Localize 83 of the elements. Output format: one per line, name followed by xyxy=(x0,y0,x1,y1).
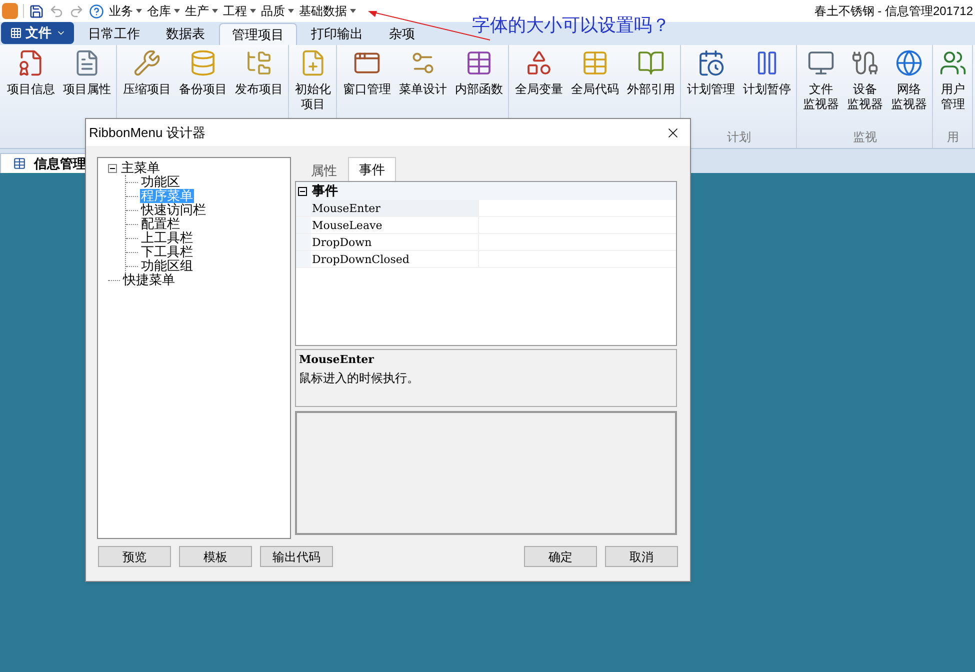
dialog-button[interactable]: 模板 xyxy=(179,546,252,567)
group-label: 计划 xyxy=(726,129,752,146)
dialog-tab[interactable]: 属性 xyxy=(300,159,348,181)
users-icon xyxy=(939,49,967,77)
tree-item[interactable]: 下工具栏 xyxy=(140,245,194,259)
database-icon xyxy=(189,49,217,77)
caret-icon xyxy=(288,9,294,13)
ribbon-button[interactable]: 网络 监视器 xyxy=(888,49,930,112)
grid-icon xyxy=(10,27,22,39)
tree-item[interactable]: 主菜单 xyxy=(120,161,161,175)
ribbon-button[interactable]: 设备 监视器 xyxy=(844,49,886,112)
ribbon-button[interactable]: 项目信息 xyxy=(4,49,58,97)
ribbon-button[interactable]: 计划管理 xyxy=(684,49,738,97)
app-logo-icon[interactable] xyxy=(2,3,18,19)
help-icon[interactable] xyxy=(89,4,104,18)
caret-icon xyxy=(136,9,142,13)
caret-icon xyxy=(250,9,256,13)
tree-item[interactable]: 上工具栏 xyxy=(140,231,194,245)
plug-icon xyxy=(851,49,879,77)
tree-item[interactable]: 快捷菜单 xyxy=(122,273,176,287)
dialog-tab[interactable]: 事件 xyxy=(348,157,396,181)
description-title: MouseEnter xyxy=(299,352,375,368)
ribbon-tab[interactable]: 数据表 xyxy=(154,23,217,45)
dialog-button[interactable]: 输出代码 xyxy=(260,546,333,567)
save-icon[interactable] xyxy=(29,4,44,18)
menu-dropdown[interactable]: 业务 xyxy=(109,2,142,20)
globe-icon xyxy=(895,49,923,77)
ribbon-tab[interactable]: 打印输出 xyxy=(299,23,375,45)
menu-dropdown[interactable]: 生产 xyxy=(185,2,218,20)
menu-dropdown[interactable]: 基础数据 xyxy=(299,2,356,20)
ribbon-button[interactable]: 计划暂停 xyxy=(740,49,794,97)
collapse-icon[interactable] xyxy=(108,164,117,172)
caret-icon xyxy=(212,9,218,13)
menu-dropdown[interactable]: 品质 xyxy=(261,2,294,20)
ribbon-tab[interactable]: 管理项目 xyxy=(219,23,297,45)
ribbon-button[interactable]: 项目属性 xyxy=(60,49,114,97)
property-row[interactable]: DropDownClosed xyxy=(296,251,676,268)
ribbon-button[interactable]: 压缩项目 xyxy=(120,49,174,97)
tree-item[interactable]: 功能区组 xyxy=(140,259,194,273)
ribbon-tab[interactable]: 杂项 xyxy=(377,23,427,45)
shapes-icon xyxy=(525,49,553,77)
dialog-button[interactable]: 确定 xyxy=(524,546,597,567)
collapse-icon[interactable] xyxy=(298,186,307,196)
annotation-text: 字体的大小可以设置吗？ xyxy=(472,14,670,37)
dialog-button[interactable]: 预览 xyxy=(98,546,171,567)
ribbon-button[interactable]: 备份项目 xyxy=(176,49,230,97)
description-text: 鼠标进入的时候执行。 xyxy=(299,370,420,386)
ribbon-button[interactable]: 全局变量 xyxy=(512,49,566,97)
dialog-button[interactable]: 取消 xyxy=(605,546,678,567)
ribbon-button[interactable]: 菜单设计 xyxy=(396,49,450,97)
group-label: 监视 xyxy=(852,129,878,146)
tree-item[interactable]: 功能区 xyxy=(140,175,181,189)
ribbon-button[interactable]: 用户 管理 xyxy=(936,49,970,112)
table-icon xyxy=(13,157,26,170)
ribbon-button[interactable]: 初始化 项目 xyxy=(292,49,334,112)
tree-item[interactable]: 快速访问栏 xyxy=(140,203,207,217)
file-menu-button[interactable]: 文件 xyxy=(1,22,74,44)
ribbon-button[interactable]: 文件 监视器 xyxy=(800,49,842,112)
menu-dropdown[interactable]: 工程 xyxy=(223,2,256,20)
tree-item[interactable]: 配置栏 xyxy=(140,217,181,231)
property-row[interactable]: MouseLeave xyxy=(296,217,676,234)
property-row[interactable]: DropDown xyxy=(296,234,676,251)
folder-icon xyxy=(245,49,273,77)
ribbon-button[interactable]: 发布项目 xyxy=(232,49,286,97)
monitor-icon xyxy=(807,49,835,77)
ribbon-button[interactable]: 内部函数 xyxy=(452,49,506,97)
wrench-icon xyxy=(133,49,161,77)
property-row[interactable]: MouseEnter xyxy=(296,200,676,217)
window-title: 春土不锈钢 - 信息管理201712 xyxy=(814,3,973,20)
caret-icon xyxy=(350,9,356,13)
menu-dropdown[interactable]: 仓库 xyxy=(147,2,180,20)
table-icon xyxy=(581,49,609,77)
group-label: 用 xyxy=(946,129,960,146)
book-icon xyxy=(637,49,665,77)
table-icon xyxy=(465,49,493,77)
calendar-icon xyxy=(697,49,725,77)
caret-icon xyxy=(174,9,180,13)
ribbon-button[interactable]: 外部引用 xyxy=(624,49,678,97)
ribbon-button[interactable]: 窗口管理 xyxy=(340,49,394,97)
category-label: 事件 xyxy=(312,182,338,200)
dialog-title: RibbonMenu 设计器 xyxy=(89,124,206,142)
ribbon-button[interactable]: 全局代码 xyxy=(568,49,622,97)
ribbon-tab[interactable]: 日常工作 xyxy=(76,23,152,45)
